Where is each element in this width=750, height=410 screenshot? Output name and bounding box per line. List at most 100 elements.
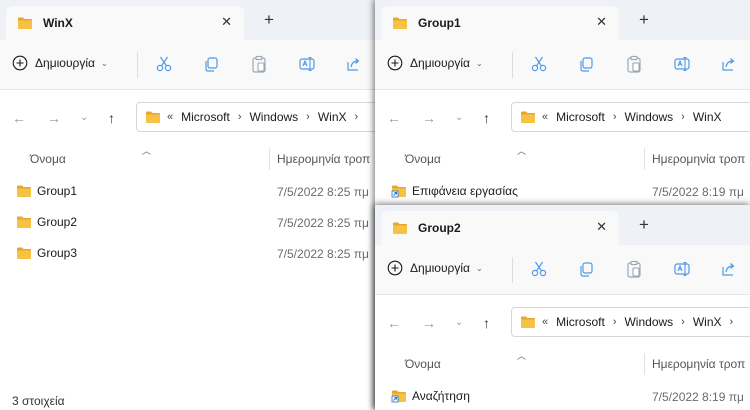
divider xyxy=(512,52,513,78)
recent-chevron-icon[interactable]: ⌄ xyxy=(455,316,463,330)
back-arrow-icon[interactable]: ← xyxy=(387,111,401,125)
chevron-down-icon: ⌄ xyxy=(475,263,483,273)
tab-bar: Group2 ✕ + xyxy=(375,205,750,245)
breadcrumb-microsoft[interactable]: Microsoft xyxy=(556,110,605,124)
breadcrumb-separator-icon: › xyxy=(612,316,617,328)
close-tab-icon[interactable]: ✕ xyxy=(596,15,607,29)
folder-icon xyxy=(16,246,32,260)
breadcrumb-separator-icon: › xyxy=(306,111,310,123)
column-header-date[interactable]: Ημερομηνία τροπ xyxy=(652,152,745,166)
column-divider[interactable] xyxy=(269,148,270,170)
cut-icon[interactable] xyxy=(530,55,548,73)
breadcrumb-separator-icon: › xyxy=(681,111,685,123)
sort-ascending-icon: ︿ xyxy=(517,146,527,156)
breadcrumb-separator-icon: › xyxy=(681,316,685,328)
path-overflow-icon[interactable]: « xyxy=(167,111,173,123)
close-tab-icon[interactable]: ✕ xyxy=(221,15,232,29)
navigation-bar: ← → ⌄ ↑ « Microsoft › Windows › WinX xyxy=(375,90,750,144)
cut-icon[interactable] xyxy=(155,55,173,73)
paste-icon[interactable] xyxy=(625,260,643,278)
column-header-date[interactable]: Ημερομηνία τροπ xyxy=(652,357,745,371)
share-icon[interactable] xyxy=(720,260,738,278)
column-divider[interactable] xyxy=(644,148,645,170)
recent-chevron-icon[interactable]: ⌄ xyxy=(455,111,463,125)
copy-icon[interactable] xyxy=(202,55,220,73)
new-tab-button[interactable]: + xyxy=(639,11,649,28)
close-tab-icon[interactable]: ✕ xyxy=(596,220,607,234)
address-bar[interactable]: « Microsoft › Windows › WinX › xyxy=(511,307,750,337)
tab-title: WinX xyxy=(43,16,73,30)
list-item[interactable]: Group1 xyxy=(16,181,77,201)
breadcrumb-winx[interactable]: WinX xyxy=(318,110,347,124)
rename-icon[interactable] xyxy=(673,55,691,73)
item-name: Group3 xyxy=(37,246,78,260)
tab-group2[interactable]: Group2 ✕ xyxy=(381,211,619,245)
plus-circle-icon xyxy=(387,260,403,276)
address-bar[interactable]: « Microsoft › Windows › WinX xyxy=(511,102,750,132)
new-button[interactable]: Δημιουργία ⌄ xyxy=(387,55,483,71)
rename-icon[interactable] xyxy=(673,260,691,278)
column-header-name[interactable]: Όνομα xyxy=(405,152,441,166)
new-tab-button[interactable]: + xyxy=(264,11,274,28)
list-item[interactable]: Group2 xyxy=(16,212,77,232)
column-header-name[interactable]: Όνομα xyxy=(30,152,66,166)
address-bar[interactable]: « Microsoft › Windows › WinX › xyxy=(136,102,375,132)
path-overflow-icon[interactable]: « xyxy=(542,111,548,123)
up-arrow-icon[interactable]: ↑ xyxy=(483,316,490,330)
forward-arrow-icon[interactable]: → xyxy=(422,111,436,125)
breadcrumb-winx[interactable]: WinX xyxy=(693,315,722,329)
up-arrow-icon[interactable]: ↑ xyxy=(108,111,115,125)
list-item[interactable]: Group3 xyxy=(16,243,77,263)
breadcrumb-windows[interactable]: Windows xyxy=(249,110,298,124)
sort-ascending-icon: ︿ xyxy=(517,351,527,361)
back-arrow-icon[interactable]: ← xyxy=(12,111,26,125)
back-arrow-icon[interactable]: ← xyxy=(387,316,401,330)
list-item[interactable]: Αναζήτηση xyxy=(391,386,470,406)
breadcrumb-separator-icon: › xyxy=(612,111,617,123)
navigation-bar: ← → ⌄ ↑ « Microsoft › Windows › WinX › xyxy=(375,295,750,349)
folder-icon xyxy=(145,110,161,124)
sort-ascending-icon: ︿ xyxy=(142,146,152,156)
explorer-window-winx: WinX ✕ + Δημιουργία ⌄ ← → ⌄ ↑ « Microsof… xyxy=(0,0,375,410)
forward-arrow-icon[interactable]: → xyxy=(422,316,436,330)
cut-icon[interactable] xyxy=(530,260,548,278)
column-header-date[interactable]: Ημερομηνία τροπ xyxy=(277,152,370,166)
column-divider[interactable] xyxy=(644,353,645,375)
copy-icon[interactable] xyxy=(577,260,595,278)
breadcrumb-winx[interactable]: WinX xyxy=(693,110,722,124)
breadcrumb-windows[interactable]: Windows xyxy=(624,315,673,329)
tab-winx[interactable]: WinX ✕ xyxy=(6,6,244,40)
new-button-label: Δημιουργία xyxy=(410,56,470,70)
forward-arrow-icon[interactable]: → xyxy=(47,111,61,125)
rename-icon[interactable] xyxy=(298,55,316,73)
paste-icon[interactable] xyxy=(625,55,643,73)
recent-chevron-icon[interactable]: ⌄ xyxy=(80,111,88,125)
item-date: 7/5/2022 8:25 πμ xyxy=(277,216,369,230)
chevron-down-icon: ⌄ xyxy=(475,58,483,68)
folder-icon xyxy=(16,184,32,198)
tab-title: Group2 xyxy=(418,221,461,235)
item-name: Group1 xyxy=(37,184,78,198)
new-button[interactable]: Δημιουργία ⌄ xyxy=(12,55,108,71)
folder-icon xyxy=(17,16,33,30)
path-overflow-icon[interactable]: « xyxy=(542,316,548,328)
breadcrumb-windows[interactable]: Windows xyxy=(624,110,673,124)
tab-group1[interactable]: Group1 ✕ xyxy=(381,6,619,40)
shortcut-folder-icon xyxy=(391,184,407,198)
column-header-name[interactable]: Όνομα xyxy=(405,357,441,371)
new-tab-button[interactable]: + xyxy=(639,216,649,233)
plus-circle-icon xyxy=(387,55,403,71)
breadcrumb-microsoft[interactable]: Microsoft xyxy=(181,110,230,124)
navigation-bar: ← → ⌄ ↑ « Microsoft › Windows › WinX › xyxy=(0,90,375,144)
up-arrow-icon[interactable]: ↑ xyxy=(483,111,490,125)
copy-icon[interactable] xyxy=(577,55,595,73)
new-button[interactable]: Δημιουργία ⌄ xyxy=(387,260,483,276)
item-date: 7/5/2022 8:19 πμ xyxy=(652,185,744,199)
share-icon[interactable] xyxy=(720,55,738,73)
paste-icon[interactable] xyxy=(250,55,268,73)
item-name: Group2 xyxy=(37,215,78,229)
folder-icon xyxy=(520,110,536,124)
breadcrumb-microsoft[interactable]: Microsoft xyxy=(556,315,605,329)
list-item[interactable]: Επιφάνεια εργασίας xyxy=(391,181,518,201)
share-icon[interactable] xyxy=(345,55,363,73)
